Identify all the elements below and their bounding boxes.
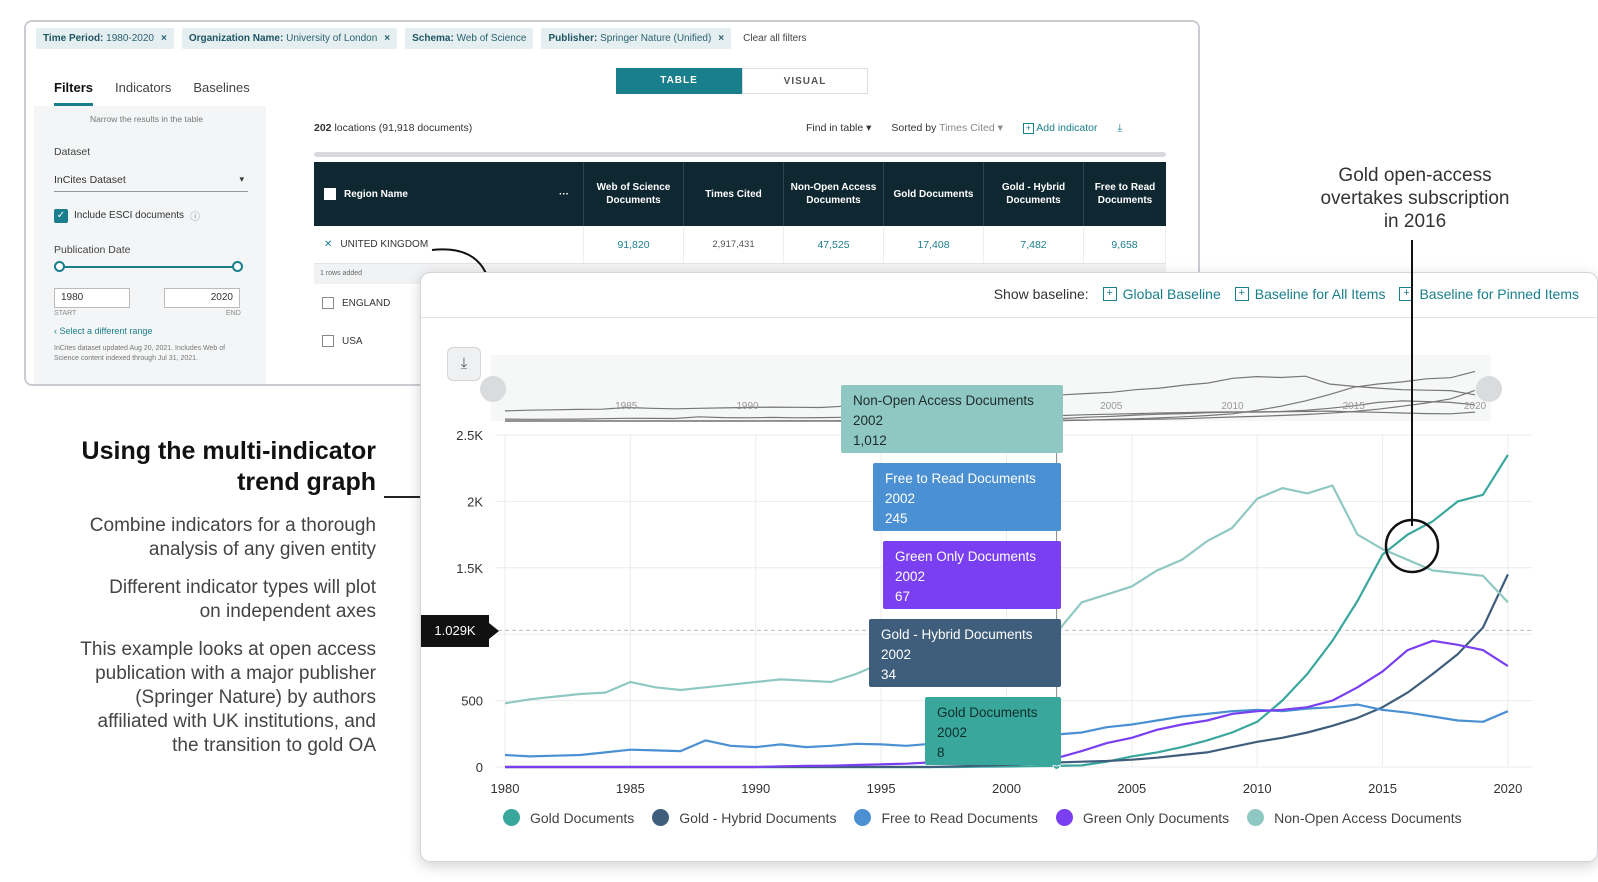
legend-label: Green Only Documents bbox=[1082, 809, 1230, 826]
story-line: (Springer Nature) by authors bbox=[135, 687, 376, 708]
legend-swatch bbox=[1247, 809, 1265, 826]
trend-graph-window: Show baseline: + Global Baseline + Baselin… bbox=[420, 272, 1598, 862]
navigator-tick-label: 1985 bbox=[615, 401, 638, 412]
story-title: Using the multi-indicator trend graph bbox=[82, 436, 376, 498]
callout-line: Gold open-access bbox=[1338, 165, 1492, 186]
pinned-y-value: 1.029K bbox=[421, 615, 499, 647]
legend-swatch bbox=[854, 809, 872, 826]
x-tick-label: 2005 bbox=[1117, 781, 1146, 796]
story-line: This example looks at open access bbox=[80, 639, 376, 660]
tooltip-year: 2002 bbox=[937, 725, 968, 740]
story-line: the transition to gold OA bbox=[172, 735, 376, 756]
story-line: Combine indicators for a thorough bbox=[89, 515, 376, 536]
legend-label: Non-Open Access Documents bbox=[1274, 809, 1462, 826]
screenshot-stage: Time Period: 1980-2020 × Organization Nam… bbox=[0, 0, 1598, 882]
legend-label: Gold - Hybrid Documents bbox=[679, 809, 837, 826]
navigator-right-handle bbox=[1476, 376, 1502, 402]
tooltip-gold-hybrid: Gold - Hybrid Documents 2002 34 bbox=[869, 619, 1061, 687]
tooltip-value: 1,012 bbox=[853, 433, 887, 448]
tooltip-value: 8 bbox=[937, 745, 945, 760]
x-tick-label: 1995 bbox=[867, 781, 896, 796]
navigator-tick-label: 2010 bbox=[1221, 401, 1244, 412]
legend-item[interactable]: Non-Open Access Documents bbox=[1247, 809, 1462, 826]
legend-swatch bbox=[503, 809, 520, 826]
x-tick-label: 2000 bbox=[992, 781, 1021, 796]
tooltip-series: Free to Read Documents bbox=[885, 471, 1036, 486]
tooltip-value: 67 bbox=[895, 589, 911, 604]
callout-line: in 2016 bbox=[1383, 211, 1447, 232]
story-line: on independent axes bbox=[199, 601, 376, 622]
tooltip-series: Green Only Documents bbox=[895, 549, 1037, 564]
tooltip-non-open-access: Non-Open Access Documents 2002 1,012 bbox=[841, 385, 1063, 453]
story-paragraph-2: Different indicator types will plot on i… bbox=[109, 576, 376, 624]
chart-legend: Gold Documents Gold - Hybrid Documents Fre… bbox=[503, 809, 1462, 826]
navigator-tick-label: 1990 bbox=[736, 401, 759, 412]
story-line: affiliated with UK institutions, and bbox=[97, 711, 376, 732]
tooltip-year: 2002 bbox=[881, 647, 912, 662]
tooltip-value: 34 bbox=[881, 667, 897, 682]
tooltip-series: Gold - Hybrid Documents bbox=[881, 627, 1033, 642]
tooltip-year: 2002 bbox=[853, 413, 884, 428]
navigator-tick-label: 2005 bbox=[1100, 401, 1123, 412]
tooltip-series: Gold Documents bbox=[937, 705, 1038, 720]
x-tick-label: 2015 bbox=[1368, 781, 1397, 796]
legend-item[interactable]: Gold - Hybrid Documents bbox=[652, 809, 836, 826]
y-tick-label: 1.5K bbox=[456, 561, 483, 576]
y-tick-label: 2K bbox=[467, 494, 483, 509]
tooltip-year: 2002 bbox=[895, 569, 926, 584]
legend-item[interactable]: Gold Documents bbox=[503, 809, 634, 826]
x-tick-label: 1990 bbox=[741, 781, 770, 796]
gold-oa-callout: Gold open-access overtakes subscription … bbox=[1290, 164, 1540, 233]
tooltip-series: Non-Open Access Documents bbox=[853, 393, 1034, 408]
x-tick-label: 2010 bbox=[1243, 781, 1272, 796]
y-tick-label: 0 bbox=[476, 760, 483, 775]
legend-item[interactable]: Green Only Documents bbox=[1055, 809, 1230, 826]
y-tick-label: 2.5K bbox=[456, 428, 483, 443]
x-tick-label: 1985 bbox=[616, 781, 645, 796]
tooltip-year: 2002 bbox=[885, 491, 916, 506]
story-paragraph-3: This example looks at open access public… bbox=[80, 638, 376, 758]
story-line: publication with a major publisher bbox=[95, 663, 376, 684]
story-line: Different indicator types will plot bbox=[109, 577, 376, 598]
legend-label: Gold Documents bbox=[530, 809, 635, 826]
tooltip-green-only: Green Only Documents 2002 67 bbox=[883, 541, 1061, 609]
story-paragraph-1: Combine indicators for a thorough analys… bbox=[90, 514, 376, 562]
legend-swatch bbox=[652, 809, 670, 826]
navigator-tick-label: 2015 bbox=[1343, 401, 1366, 412]
x-tick-label: 2020 bbox=[1493, 781, 1522, 796]
callout-line: overtakes subscription bbox=[1320, 188, 1510, 209]
tooltip-free-to-read: Free to Read Documents 2002 245 bbox=[873, 463, 1061, 531]
story-line: analysis of any given entity bbox=[148, 539, 376, 560]
story-title-line: Using the multi-indicator bbox=[81, 437, 376, 465]
story-title-line: trend graph bbox=[237, 468, 376, 496]
navigator-tick-label: 2020 bbox=[1464, 401, 1487, 412]
legend-label: Free to Read Documents bbox=[881, 809, 1038, 826]
navigator-left-handle bbox=[480, 376, 506, 402]
tooltip-gold: Gold Documents 2002 8 bbox=[925, 697, 1061, 765]
legend-swatch bbox=[1055, 809, 1073, 826]
x-tick-label: 1980 bbox=[491, 781, 520, 796]
legend-item[interactable]: Free to Read Documents bbox=[854, 809, 1038, 826]
tooltip-value: 245 bbox=[885, 511, 908, 526]
y-tick-label: 500 bbox=[461, 694, 483, 709]
